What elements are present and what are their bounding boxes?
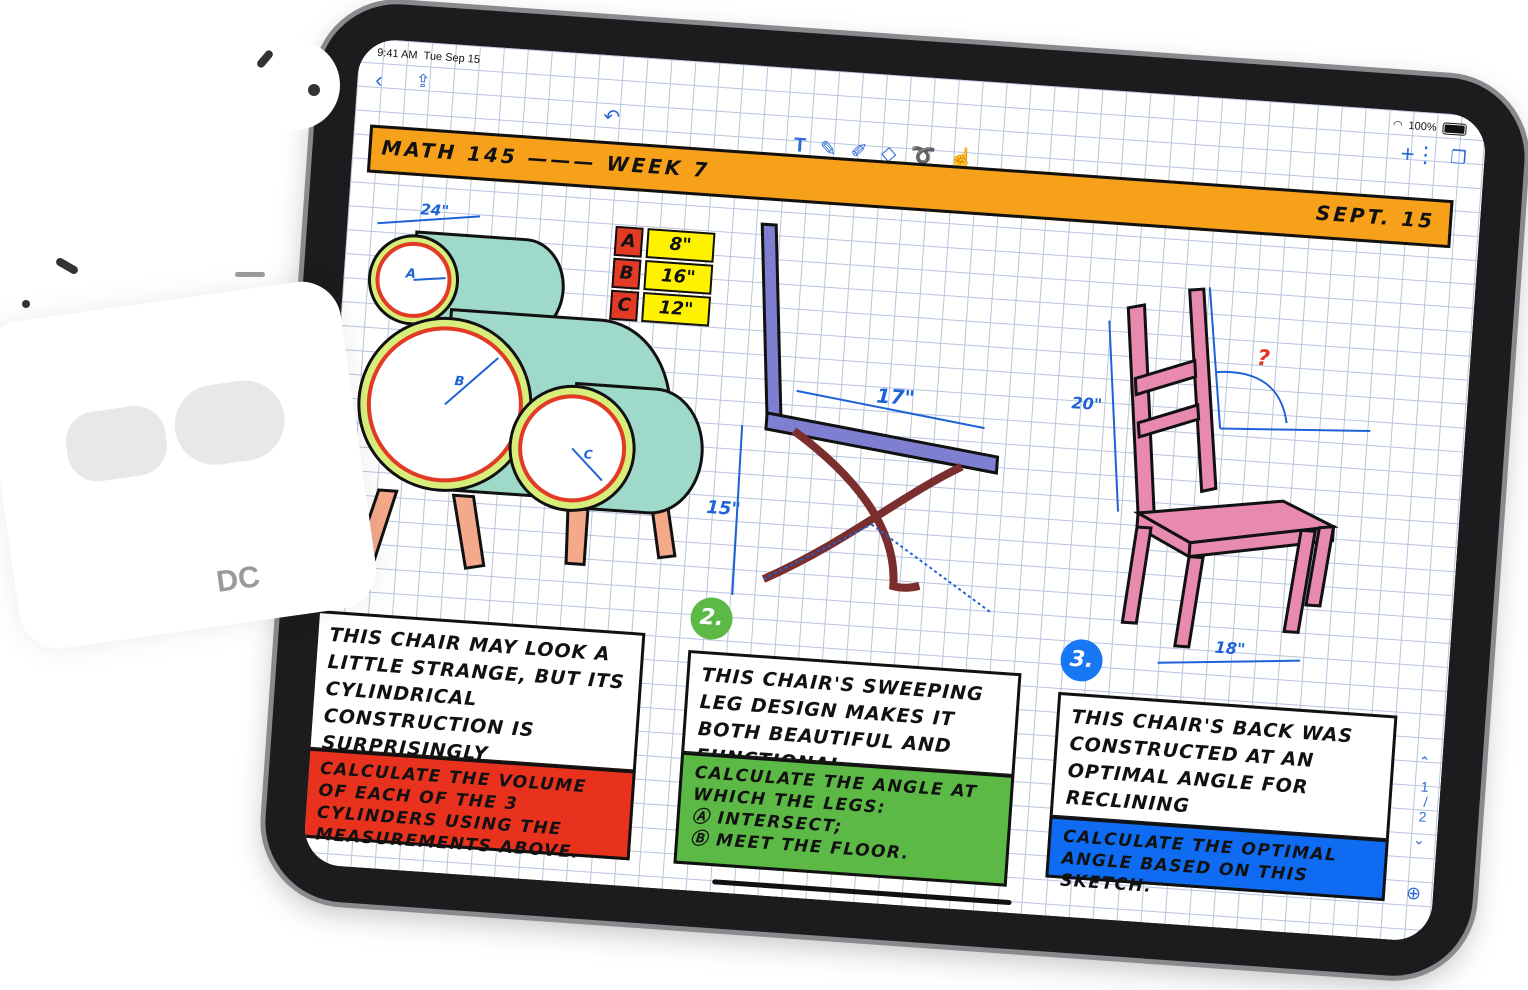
pages-icon[interactable]: ❐	[1450, 147, 1467, 168]
task-chair-2: CALCULATE THE ANGLE AT WHICH THE LEGS: Ⓐ…	[673, 751, 1015, 887]
chair3-height-label: 20"	[1071, 393, 1103, 414]
chair2-seat-label: 17"	[876, 384, 916, 411]
more-icon[interactable]: ⋮	[1414, 141, 1438, 167]
decor-dot	[308, 84, 320, 96]
chair2-seat	[764, 411, 1000, 475]
chair3-width-label: 18"	[1214, 638, 1246, 659]
battery-icon	[1442, 121, 1467, 136]
header-date: SEPT. 15	[1315, 200, 1436, 233]
page-number: 1	[1420, 778, 1430, 795]
notebook-screen[interactable]: 9:41 AM Tue Sep 15 ◠ 100% ‹ ⇪ ↶ T ✎ ✐ ◇ …	[302, 37, 1488, 943]
ipad-device: 9:41 AM Tue Sep 15 ◠ 100% ‹ ⇪ ↶ T ✎ ✐ ◇ …	[260, 0, 1528, 982]
decor-line	[235, 272, 265, 277]
share-icon[interactable]: ⇪	[415, 71, 431, 92]
decor-mark	[54, 256, 80, 276]
back-icon[interactable]: ‹	[375, 67, 384, 92]
chair2-height-label: 15"	[706, 497, 742, 520]
page-separator: /	[1423, 793, 1429, 810]
companion-shape	[62, 402, 171, 486]
chair1-width-label: 24"	[420, 200, 450, 220]
companion-shape	[169, 375, 290, 470]
chair3-question-label: ?	[1256, 346, 1271, 372]
companion-window[interactable]: DC	[0, 276, 382, 654]
pink-chair-drawing: 20" ? 18"	[1071, 287, 1371, 664]
battery-percent: 100%	[1408, 119, 1438, 134]
header-course: MATH 145 ——— WEEK 7	[380, 135, 711, 183]
cylinder-a-label: A	[404, 266, 416, 282]
decor-dot	[22, 300, 30, 308]
sweeping-chair-drawing: 17" 15"	[706, 222, 1000, 614]
cylinder-c-label: C	[583, 447, 593, 462]
status-time: 9:41 AM Tue Sep 15	[376, 46, 481, 66]
page-up-icon[interactable]: ⌃	[1418, 753, 1431, 771]
chair3-frame	[1120, 287, 1339, 649]
cylinder-b-label: B	[454, 374, 465, 390]
undo-icon[interactable]: ↶	[603, 106, 621, 129]
cylinder-chair-drawing: 24" A B C	[354, 200, 704, 570]
companion-label: DC	[214, 560, 262, 599]
zoom-icon[interactable]: ⊕	[1405, 883, 1421, 905]
chair2-backrest	[760, 222, 783, 418]
chair2-leg-right	[761, 462, 964, 583]
step-number-3: 3.	[1059, 638, 1104, 683]
wifi-icon: ◠	[1392, 118, 1403, 132]
page-down-icon[interactable]: ⌄	[1413, 831, 1426, 849]
caption-chair-1: THIS CHAIR MAY LOOK A LITTLE STRANGE, BU…	[306, 609, 646, 793]
status-indicators: ◠ 100%	[1393, 118, 1467, 136]
page-total: 2	[1418, 808, 1428, 825]
